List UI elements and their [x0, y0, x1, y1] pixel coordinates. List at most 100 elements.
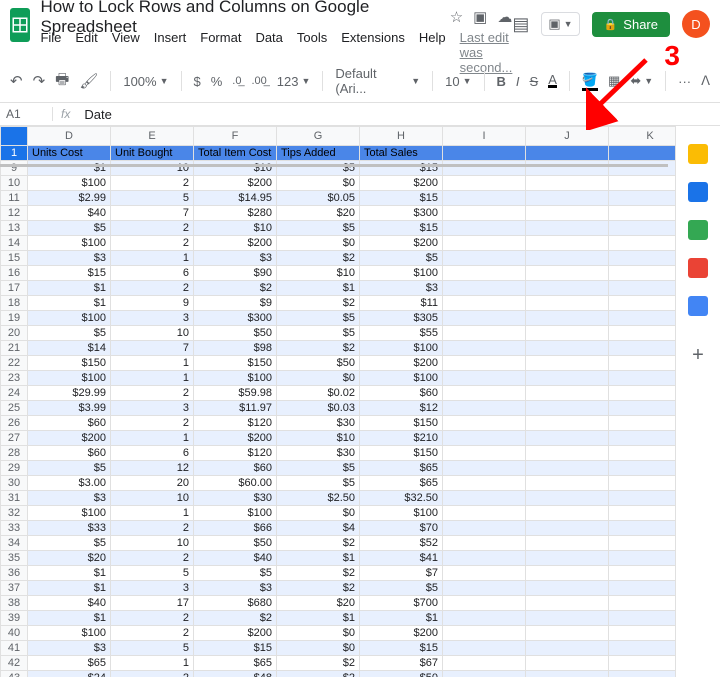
cell[interactable]: [609, 566, 676, 581]
cell[interactable]: 2: [111, 626, 194, 641]
cell[interactable]: [526, 596, 609, 611]
cell[interactable]: $100: [360, 506, 443, 521]
cell[interactable]: [443, 611, 526, 626]
row-header[interactable]: 11: [1, 191, 28, 206]
cell[interactable]: [526, 311, 609, 326]
undo-icon[interactable]: ↶: [10, 72, 23, 90]
paint-format-icon[interactable]: 🖌: [79, 72, 98, 90]
cell[interactable]: $66: [194, 521, 277, 536]
last-edit-link[interactable]: Last edit was second...: [460, 30, 513, 75]
cell[interactable]: [609, 611, 676, 626]
cell[interactable]: $50: [360, 671, 443, 677]
cell[interactable]: $60.00: [194, 476, 277, 491]
cell[interactable]: 6: [111, 446, 194, 461]
cell[interactable]: [609, 551, 676, 566]
cell[interactable]: [526, 551, 609, 566]
cell[interactable]: [526, 401, 609, 416]
cell[interactable]: [443, 581, 526, 596]
cell[interactable]: 2: [111, 671, 194, 677]
row-header[interactable]: 34: [1, 536, 28, 551]
cell[interactable]: [443, 656, 526, 671]
cell[interactable]: [526, 371, 609, 386]
cell[interactable]: $0.02: [277, 386, 360, 401]
header-cell[interactable]: [443, 146, 526, 161]
cell[interactable]: $280: [194, 206, 277, 221]
borders-button[interactable]: ▦: [608, 73, 620, 89]
header-cell[interactable]: [609, 146, 676, 161]
cell[interactable]: [443, 476, 526, 491]
cell[interactable]: [443, 461, 526, 476]
cell[interactable]: [443, 416, 526, 431]
cell[interactable]: [526, 176, 609, 191]
cell[interactable]: 2: [111, 611, 194, 626]
cell[interactable]: [609, 281, 676, 296]
cell[interactable]: 7: [111, 341, 194, 356]
col-header-I[interactable]: I: [443, 127, 526, 146]
menu-tools[interactable]: Tools: [297, 30, 327, 75]
cell[interactable]: [526, 506, 609, 521]
cell[interactable]: $9: [194, 296, 277, 311]
cell[interactable]: $50: [194, 326, 277, 341]
share-button[interactable]: 🔒Share: [592, 12, 670, 37]
cell[interactable]: $15: [360, 161, 443, 176]
cell[interactable]: 2: [111, 236, 194, 251]
cell[interactable]: $11: [360, 296, 443, 311]
cell[interactable]: $2: [277, 581, 360, 596]
cell[interactable]: $3: [28, 251, 111, 266]
menu-edit[interactable]: Edit: [75, 30, 97, 75]
col-header-E[interactable]: E: [111, 127, 194, 146]
cell[interactable]: $5: [277, 221, 360, 236]
select-all-cell[interactable]: [1, 127, 28, 146]
cell[interactable]: $2: [277, 536, 360, 551]
cell[interactable]: $2: [277, 341, 360, 356]
cell[interactable]: 5: [111, 641, 194, 656]
cell[interactable]: [526, 296, 609, 311]
strike-button[interactable]: S: [530, 74, 539, 89]
cell[interactable]: [609, 206, 676, 221]
cell[interactable]: $1: [277, 551, 360, 566]
cell[interactable]: [609, 296, 676, 311]
row-header[interactable]: 37: [1, 581, 28, 596]
row-header[interactable]: 18: [1, 296, 28, 311]
cell[interactable]: $200: [360, 236, 443, 251]
cell[interactable]: 10: [111, 326, 194, 341]
cell[interactable]: [443, 446, 526, 461]
row-header[interactable]: 41: [1, 641, 28, 656]
cell[interactable]: $65: [28, 656, 111, 671]
currency-button[interactable]: $: [193, 74, 200, 89]
cell[interactable]: 10: [111, 491, 194, 506]
row-header[interactable]: 16: [1, 266, 28, 281]
cell[interactable]: [443, 401, 526, 416]
cell[interactable]: $210: [360, 431, 443, 446]
col-header-D[interactable]: D: [28, 127, 111, 146]
cell[interactable]: $98: [194, 341, 277, 356]
cell[interactable]: [443, 281, 526, 296]
cell[interactable]: 10: [111, 536, 194, 551]
cell[interactable]: $1: [28, 296, 111, 311]
cell[interactable]: [609, 446, 676, 461]
cell[interactable]: [526, 326, 609, 341]
cell[interactable]: $10: [277, 431, 360, 446]
cell[interactable]: $7: [360, 566, 443, 581]
cell[interactable]: [443, 176, 526, 191]
col-header-G[interactable]: G: [277, 127, 360, 146]
cell[interactable]: $2: [277, 671, 360, 677]
cell[interactable]: $200: [360, 356, 443, 371]
maps-icon[interactable]: [688, 296, 708, 316]
cell[interactable]: $1: [28, 611, 111, 626]
redo-icon[interactable]: ↷: [33, 72, 46, 90]
cell[interactable]: $5: [277, 326, 360, 341]
header-cell[interactable]: Tips Added: [277, 146, 360, 161]
cell[interactable]: [526, 356, 609, 371]
cell[interactable]: [526, 341, 609, 356]
cell[interactable]: $30: [277, 416, 360, 431]
col-header-H[interactable]: H: [360, 127, 443, 146]
cell[interactable]: [609, 641, 676, 656]
cell[interactable]: [609, 236, 676, 251]
header-cell[interactable]: Total Item Cost: [194, 146, 277, 161]
row-header[interactable]: 29: [1, 461, 28, 476]
cell[interactable]: $11.97: [194, 401, 277, 416]
cell[interactable]: $0.03: [277, 401, 360, 416]
cell[interactable]: [526, 191, 609, 206]
cell[interactable]: $15: [360, 191, 443, 206]
